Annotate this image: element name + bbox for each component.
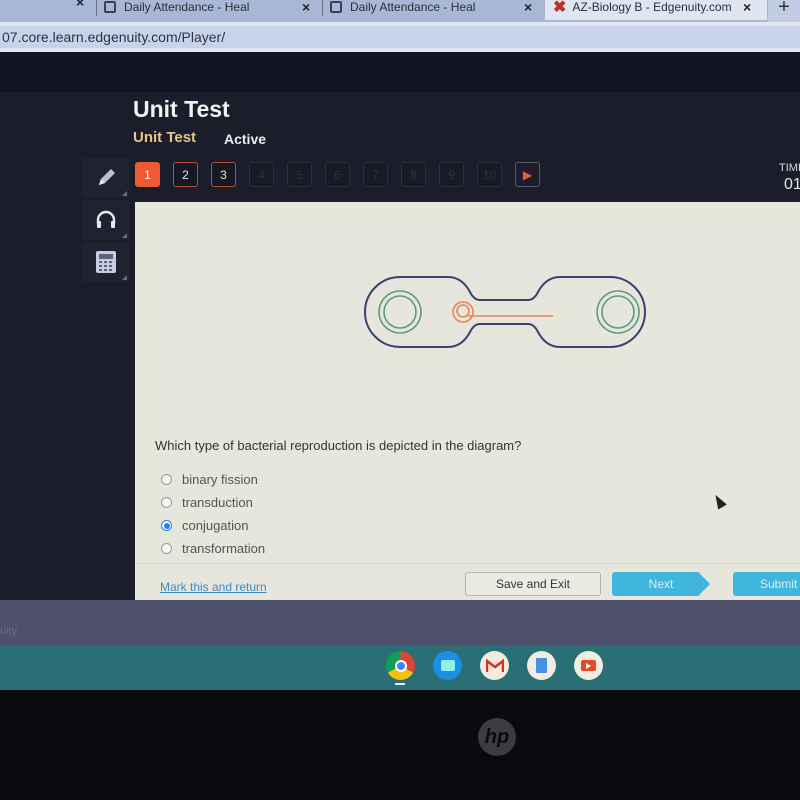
screen: × Daily Attendance - Heal × Daily Attend… bbox=[0, 0, 800, 690]
page-title: Unit Test bbox=[133, 96, 230, 122]
browser-tab[interactable]: Daily Attendance - Heal × bbox=[104, 0, 319, 20]
address-bar: 07.core.learn.edgenuity.com/Player/ bbox=[0, 22, 800, 52]
tab-close-button[interactable]: × bbox=[524, 0, 532, 15]
option-label: binary fission bbox=[182, 472, 258, 487]
folder-glyph bbox=[440, 660, 455, 671]
status-label: Active bbox=[224, 131, 267, 147]
question-navigation: 1 2 3 4 5 6 7 8 9 10 ▶ bbox=[135, 162, 540, 187]
plasmid-inner bbox=[456, 304, 470, 318]
active-app-indicator bbox=[395, 683, 405, 685]
question-10-button: 10 bbox=[477, 162, 502, 187]
answer-option-binary-fission[interactable]: binary fission bbox=[161, 468, 265, 491]
question-3-button[interactable]: 3 bbox=[211, 162, 236, 187]
chrome-center bbox=[394, 659, 407, 672]
option-label: conjugation bbox=[182, 518, 249, 533]
cell-membrane-outline bbox=[364, 276, 646, 348]
activity-name: Unit Test bbox=[133, 129, 197, 146]
edgenuity-player: Unit Test Unit Test Active 1 2 3 4 5 6 7… bbox=[0, 52, 800, 632]
calculator-tool-button[interactable] bbox=[83, 242, 129, 282]
tab-separator bbox=[322, 0, 323, 16]
watermark-text: uity bbox=[0, 625, 18, 637]
answer-options: binary fission transduction conjugation … bbox=[161, 468, 265, 560]
question-7-button: 7 bbox=[363, 162, 388, 187]
laptop-bezel bbox=[0, 690, 800, 800]
next-question-arrow-button[interactable]: ▶ bbox=[515, 162, 540, 187]
answer-option-transformation[interactable]: transformation bbox=[161, 537, 265, 560]
tool-corner-indicator bbox=[122, 191, 127, 196]
tab-close-button[interactable]: × bbox=[76, 0, 84, 10]
next-button[interactable]: Next bbox=[612, 572, 710, 596]
tool-sidebar bbox=[83, 158, 129, 284]
question-text: Which type of bacterial reproduction is … bbox=[155, 438, 522, 453]
pencil-tool-button[interactable] bbox=[83, 158, 129, 198]
answer-option-transduction[interactable]: transduction bbox=[161, 491, 265, 514]
question-9-button: 9 bbox=[439, 162, 464, 187]
radio-button-selected[interactable] bbox=[161, 520, 172, 531]
url-field[interactable]: 07.core.learn.edgenuity.com/Player/ bbox=[0, 26, 800, 48]
youtube-icon[interactable] bbox=[574, 651, 603, 680]
doc-glyph bbox=[536, 658, 547, 673]
gmail-icon[interactable] bbox=[480, 651, 509, 680]
submit-button[interactable]: Submit bbox=[733, 572, 800, 596]
youtube-play-glyph bbox=[581, 660, 596, 671]
chromosome-right-inner bbox=[601, 295, 635, 329]
question-footer: Mark this and return Save and Exit Next … bbox=[135, 563, 800, 600]
question-6-button: 6 bbox=[325, 162, 350, 187]
tab-close-button[interactable]: × bbox=[743, 0, 751, 15]
files-icon[interactable] bbox=[433, 651, 462, 680]
question-5-button: 5 bbox=[287, 162, 312, 187]
question-4-button: 4 bbox=[249, 162, 274, 187]
tab-separator bbox=[96, 0, 97, 16]
new-tab-button[interactable]: + bbox=[768, 0, 800, 22]
question-1-button[interactable]: 1 bbox=[135, 162, 160, 187]
browser-tab-strip: × Daily Attendance - Heal × Daily Attend… bbox=[0, 0, 800, 22]
chromosome-left-outer bbox=[378, 290, 422, 334]
chromosome-left-inner bbox=[383, 295, 417, 329]
sheets-favicon-icon bbox=[104, 1, 116, 13]
shelf-app-icons bbox=[386, 651, 603, 685]
tool-corner-indicator bbox=[122, 275, 127, 280]
option-label: transduction bbox=[182, 495, 253, 510]
docs-icon[interactable] bbox=[527, 651, 556, 680]
radio-button[interactable] bbox=[161, 543, 172, 554]
pencil-icon bbox=[98, 169, 115, 187]
gmail-m-glyph bbox=[485, 658, 504, 672]
hp-logo: hp bbox=[478, 718, 516, 756]
desktop-background bbox=[0, 600, 800, 645]
question-8-button: 8 bbox=[401, 162, 426, 187]
option-label: transformation bbox=[182, 541, 266, 556]
tool-corner-indicator bbox=[122, 233, 127, 238]
timer-label: TIME bbox=[779, 162, 800, 174]
app-top-band bbox=[0, 52, 800, 92]
radio-button[interactable] bbox=[161, 474, 172, 485]
answer-option-conjugation[interactable]: conjugation bbox=[161, 514, 265, 537]
chrome-icon[interactable] bbox=[386, 651, 415, 685]
chromosome-right-outer bbox=[596, 290, 640, 334]
timer-value: 01 bbox=[784, 176, 800, 193]
calculator-icon bbox=[96, 251, 116, 273]
edgenuity-favicon-icon: ✖ bbox=[553, 0, 567, 16]
browser-tab-active[interactable]: ✖ AZ-Biology B - Edgenuity.com × bbox=[545, 0, 767, 20]
browser-tab[interactable]: Daily Attendance - Heal × bbox=[330, 0, 542, 20]
tab-close-button[interactable]: × bbox=[302, 0, 310, 15]
question-panel: Which type of bacterial reproduction is … bbox=[135, 202, 800, 600]
tab-title: Daily Attendance - Heal bbox=[124, 0, 250, 14]
question-2-button[interactable]: 2 bbox=[173, 162, 198, 187]
save-and-exit-button[interactable]: Save and Exit bbox=[465, 572, 601, 596]
headphones-icon bbox=[96, 210, 116, 228]
tab-title: AZ-Biology B - Edgenuity.com bbox=[572, 0, 732, 14]
radio-button[interactable] bbox=[161, 497, 172, 508]
sheets-favicon-icon bbox=[330, 1, 342, 13]
conjugation-diagram bbox=[364, 276, 646, 348]
tab-title: Daily Attendance - Heal bbox=[350, 0, 476, 14]
mark-and-return-link[interactable]: Mark this and return bbox=[160, 580, 267, 594]
audio-tool-button[interactable] bbox=[83, 200, 129, 240]
